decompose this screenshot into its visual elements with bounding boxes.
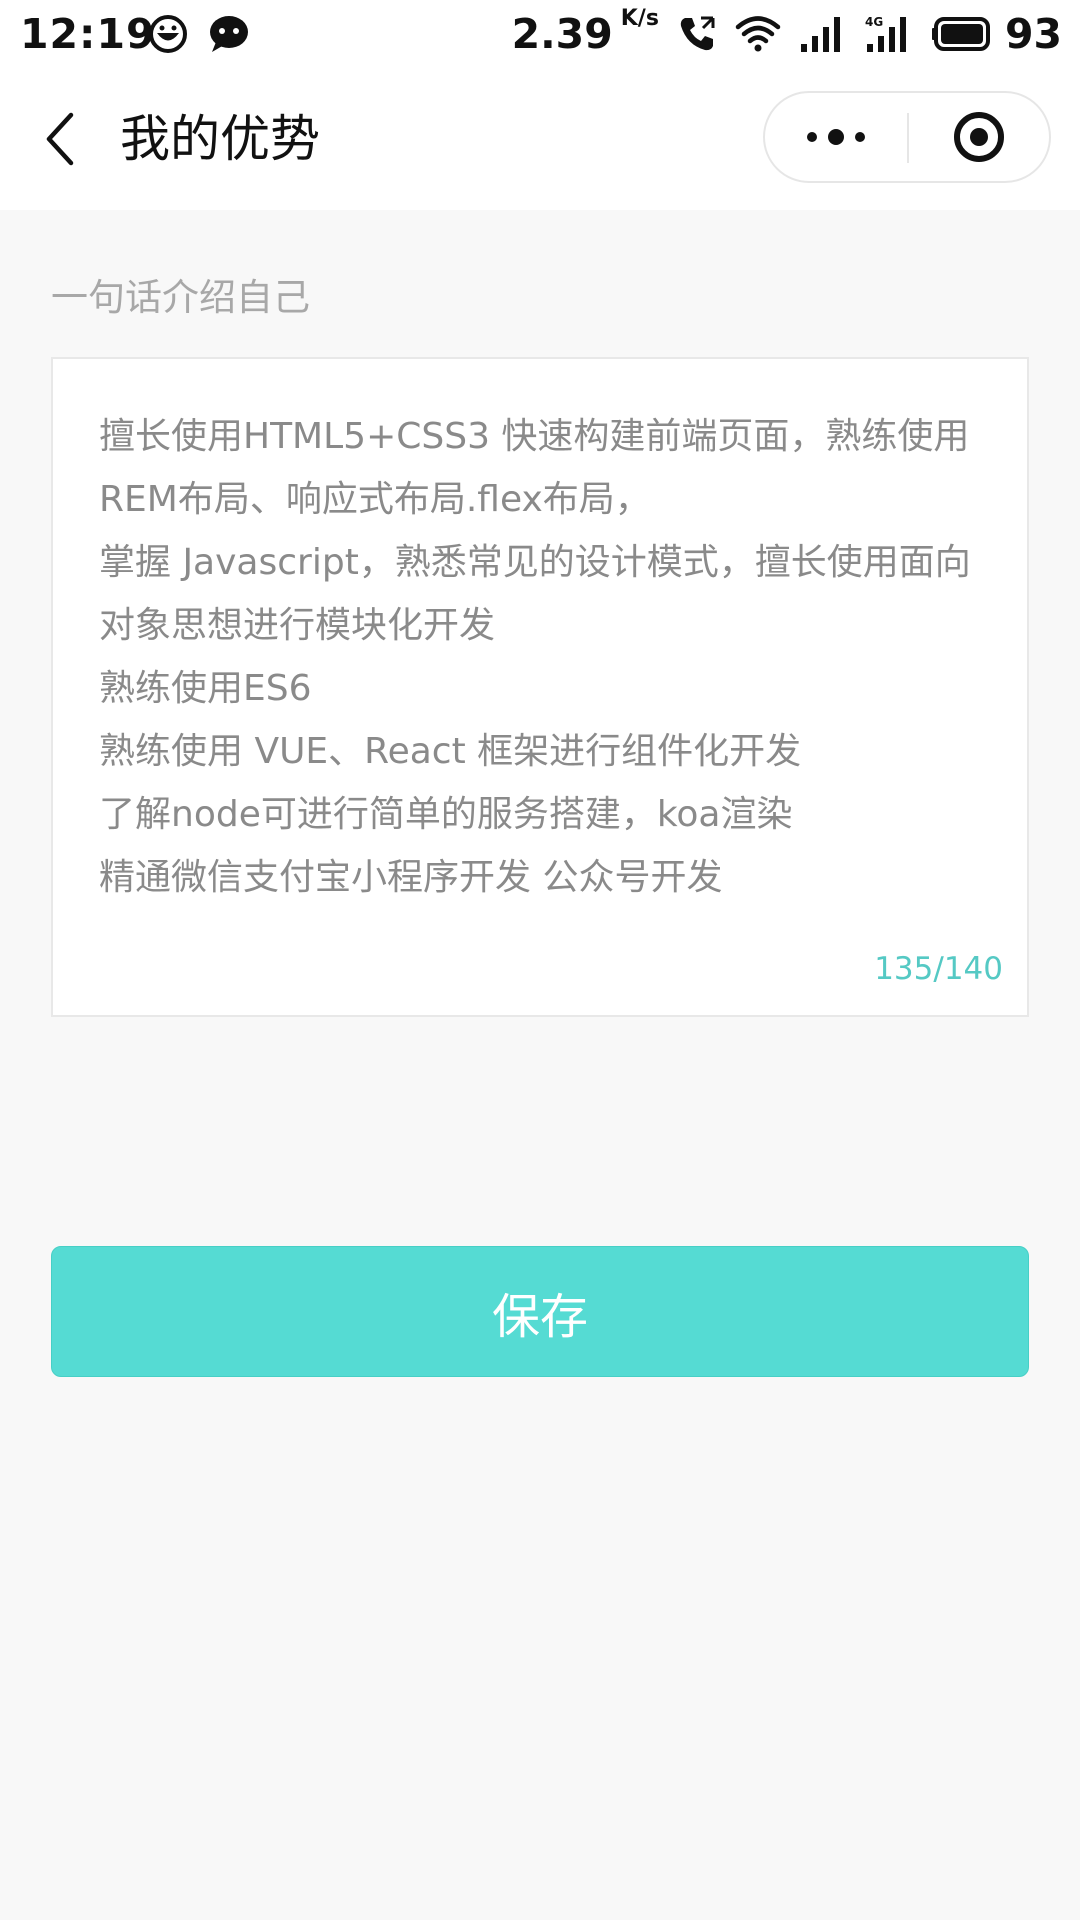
network-speed: 2.39 K/s <box>511 6 659 58</box>
char-counter: 135/140 <box>874 951 1003 987</box>
close-button[interactable] <box>909 93 1049 181</box>
back-button[interactable] <box>24 104 94 174</box>
more-button[interactable] <box>765 93 907 181</box>
face-app-icon <box>148 14 188 54</box>
intro-label: 一句话介绍自己 <box>51 276 310 319</box>
signal-icon <box>800 17 840 52</box>
status-time: 12:19 <box>20 10 156 58</box>
page-title: 我的优势 <box>120 110 320 168</box>
signal-4g-icon: 4G <box>865 15 906 52</box>
status-bar: 12:19 2.39 K/s 4G 93 <box>0 0 1080 68</box>
wifi-icon <box>735 16 781 52</box>
chat-app-icon <box>208 14 248 54</box>
svg-text:4G: 4G <box>865 15 883 29</box>
navigation-bar: 我的优势 <box>0 68 1080 210</box>
phone-call-icon <box>680 16 715 51</box>
battery-icon <box>931 17 990 51</box>
network-speed-unit: K/s <box>620 6 659 31</box>
status-right: 2.39 K/s 4G 93 <box>512 6 1062 62</box>
menu-capsule <box>763 91 1051 183</box>
save-button[interactable]: 保存 <box>51 1246 1029 1377</box>
battery-percent: 93 <box>1004 10 1062 58</box>
back-chevron-icon <box>46 112 74 166</box>
intro-textarea-box: 擅长使用HTML5+CSS3 快速构建前端页面，熟练使用REM布局、响应式布局.… <box>51 357 1029 1017</box>
more-dots-icon <box>807 129 865 145</box>
close-target-icon <box>954 112 1004 162</box>
intro-textarea[interactable]: 擅长使用HTML5+CSS3 快速构建前端页面，熟练使用REM布局、响应式布局.… <box>99 405 989 925</box>
network-speed-value: 2.39 <box>511 10 613 58</box>
